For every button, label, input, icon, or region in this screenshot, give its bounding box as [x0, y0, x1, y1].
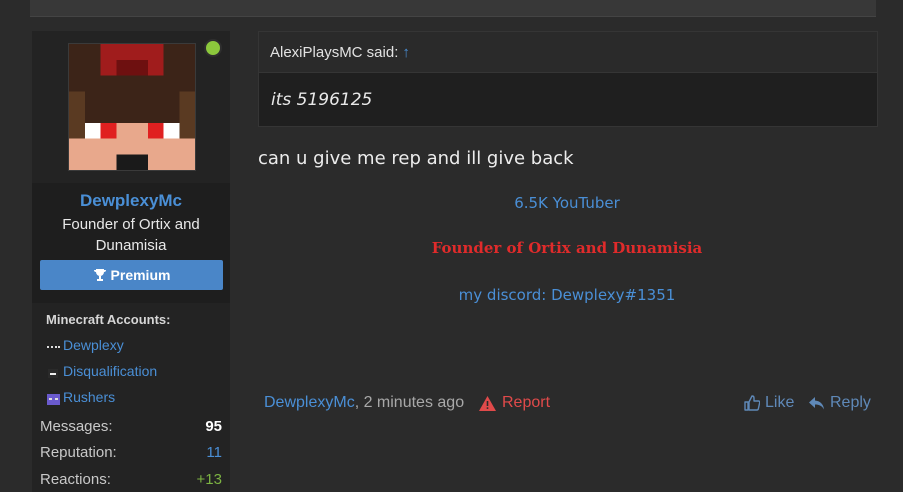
footer-author-link[interactable]: DewplexyMc	[264, 394, 355, 411]
skin-head-icon	[46, 340, 61, 351]
reply-icon	[809, 396, 824, 409]
quote-header: AlexiPlaysMC said: ↑	[259, 32, 877, 73]
account-name: Rushers	[63, 389, 116, 405]
stat-value: 11	[206, 444, 222, 461]
account-link-rushers[interactable]: Rushers	[46, 389, 115, 405]
warning-icon	[479, 395, 496, 411]
signature-line-founder: Founder of Ortix and Dunamisia	[431, 239, 703, 257]
stat-value: 95	[205, 418, 222, 435]
account-name: Dewplexy	[63, 337, 124, 353]
reply-label: Reply	[830, 394, 871, 411]
post-time[interactable]: , 2 minutes ago	[355, 394, 464, 411]
premium-badge[interactable]: Premium	[40, 260, 223, 290]
report-button[interactable]: Report	[479, 394, 550, 412]
stat-reactions: Reactions: +13	[40, 471, 222, 488]
stat-label: Reputation:	[40, 444, 117, 461]
username-link[interactable]: DewplexyMc	[32, 191, 230, 211]
skin-head-icon	[46, 392, 61, 405]
user-title: Founder of Ortix and Dunamisia	[62, 216, 200, 254]
account-link-dewplexy[interactable]: Dewplexy	[46, 337, 124, 353]
signature-line-youtuber: 6.5K YouTuber	[514, 194, 620, 212]
post-message: can u give me rep and ill give back	[258, 148, 574, 169]
stat-reputation: Reputation: 11	[40, 444, 222, 461]
quote-block: AlexiPlaysMC said: ↑ its 5196125	[258, 31, 878, 127]
like-label: Like	[765, 394, 795, 411]
premium-label: Premium	[110, 267, 171, 283]
quote-author: AlexiPlaysMC said:	[270, 43, 399, 61]
skin-head-icon	[46, 366, 61, 378]
post-footer: DewplexyMc, 2 minutes ago Report Like Re…	[264, 394, 876, 416]
trophy-icon	[93, 269, 106, 281]
stat-label: Reactions:	[40, 471, 111, 488]
report-label: Report	[502, 394, 551, 411]
quote-text: its 5196125	[271, 90, 373, 110]
minecraft-skin-avatar	[69, 44, 195, 170]
online-status-icon	[204, 39, 222, 57]
user-info-block: DewplexyMc Founder of Ortix and Dunamisi…	[32, 183, 230, 303]
thumbs-up-icon	[744, 395, 760, 411]
account-link-disqualification[interactable]: Disqualification	[46, 363, 157, 379]
previous-post-strip	[30, 0, 876, 17]
stat-value: +13	[196, 471, 222, 488]
like-button[interactable]: Like	[744, 394, 794, 412]
avatar[interactable]	[68, 43, 196, 171]
stat-label: Messages:	[40, 418, 113, 435]
account-name: Disqualification	[63, 363, 158, 379]
stat-messages: Messages: 95	[40, 418, 222, 435]
jump-to-quote-icon[interactable]: ↑	[402, 44, 410, 61]
reply-button[interactable]: Reply	[808, 394, 871, 412]
user-sidebar: DewplexyMc Founder of Ortix and Dunamisi…	[32, 31, 230, 492]
signature-line-discord: my discord: Dewplexy#1351	[458, 286, 676, 304]
accounts-heading: Minecraft Accounts:	[46, 312, 171, 327]
